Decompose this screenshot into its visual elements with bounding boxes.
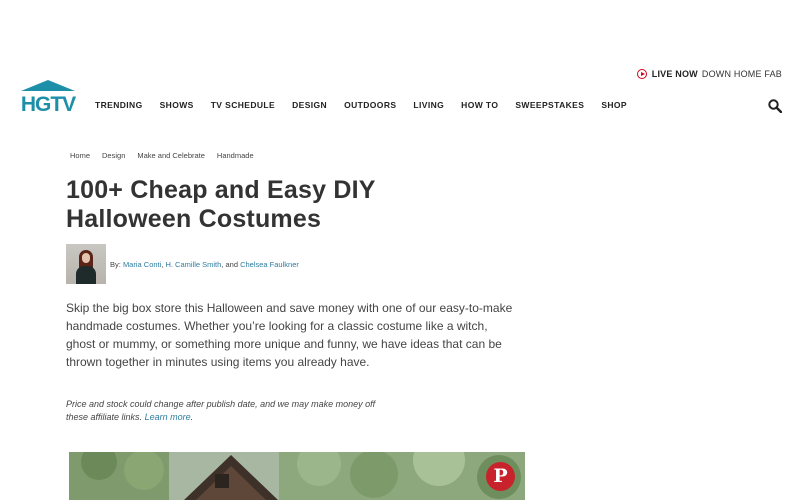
pinterest-icon: P — [493, 465, 508, 487]
live-now-label: LIVE NOW — [651, 69, 698, 79]
author-link-chelsea-faulkner[interactable]: Chelsea Faulkner — [240, 260, 299, 269]
nav-item-design[interactable]: DESIGN — [292, 100, 327, 110]
byline-prefix: By: — [110, 259, 121, 269]
nav-item-trending[interactable]: TRENDING — [95, 100, 143, 110]
nav-item-outdoors[interactable]: OUTDOORS — [344, 100, 396, 110]
nav-item-living[interactable]: LIVING — [413, 100, 444, 110]
live-show-title: DOWN HOME FAB — [701, 69, 782, 79]
pinterest-save-button[interactable]: P — [486, 462, 515, 491]
search-icon[interactable] — [768, 99, 782, 113]
nav-item-shows[interactable]: SHOWS — [160, 100, 194, 110]
breadcrumb-make-and-celebrate[interactable]: Make and Celebrate — [137, 151, 205, 160]
live-now-banner[interactable]: LIVE NOW DOWN HOME FAB — [636, 69, 782, 79]
affiliate-disclaimer: Price and stock could change after publi… — [66, 399, 376, 422]
nav-item-shop[interactable]: SHOP — [601, 100, 627, 110]
byline-text: By: Maria Conti, H. Camille Smith, and C… — [110, 259, 299, 269]
learn-more-link[interactable]: Learn more — [145, 412, 191, 422]
article-intro: Skip the big box store this Halloween an… — [66, 301, 513, 369]
hero-image — [69, 452, 525, 500]
logo-text: HGTV — [21, 93, 76, 112]
hgtv-logo[interactable]: HGTV — [17, 80, 79, 112]
author-byline: By: Maria Conti, H. Camille Smith, and C… — [66, 244, 299, 284]
author-link-h-camille-smith[interactable]: H. Camille Smith — [165, 260, 221, 269]
nav-item-how-to[interactable]: HOW TO — [461, 100, 498, 110]
author-link-maria-conti[interactable]: Maria Conti — [123, 260, 161, 269]
author-avatar[interactable] — [66, 244, 106, 284]
nav-item-sweepstakes[interactable]: SWEEPSTAKES — [515, 100, 584, 110]
nav-item-tv-schedule[interactable]: TV SCHEDULE — [211, 100, 275, 110]
breadcrumb-home[interactable]: Home — [70, 151, 90, 160]
article-title: 100+ Cheap and Easy DIY Halloween Costum… — [66, 176, 376, 233]
breadcrumb-design[interactable]: Design — [102, 151, 125, 160]
hero-image-illustration — [69, 452, 525, 500]
main-nav: TRENDING SHOWS TV SCHEDULE DESIGN OUTDOO… — [95, 100, 644, 110]
play-circle-icon — [636, 69, 647, 79]
breadcrumb-handmade[interactable]: Handmade — [217, 151, 254, 160]
breadcrumb: Home Design Make and Celebrate Handmade — [70, 151, 266, 160]
